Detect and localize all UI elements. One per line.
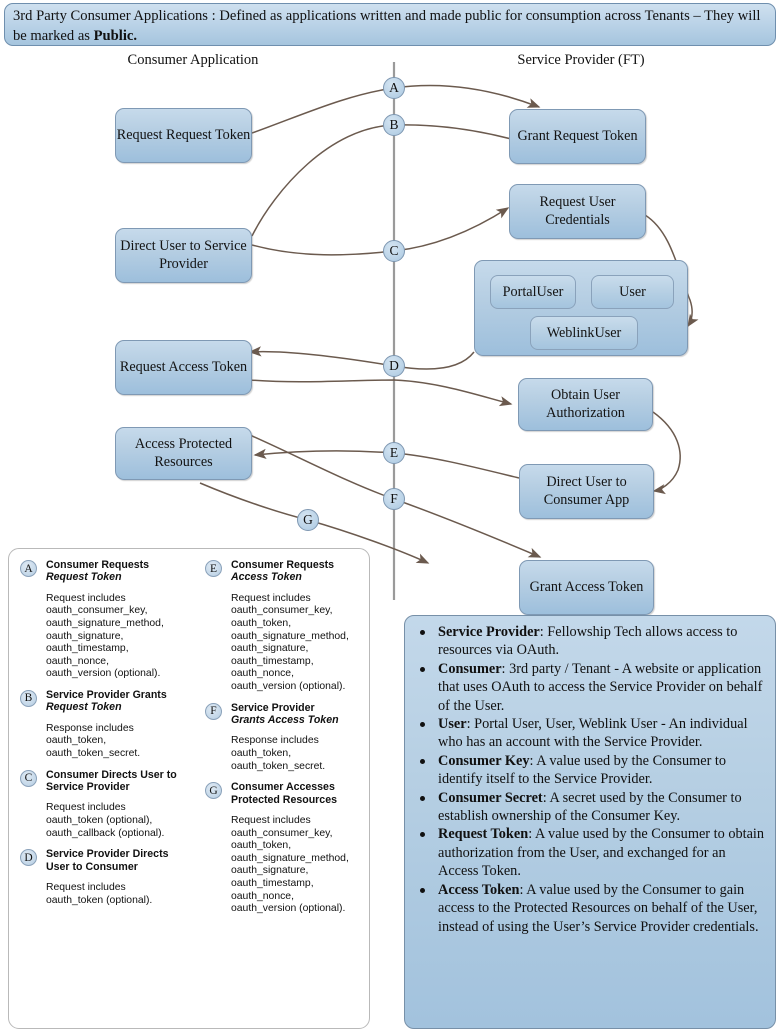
legend-entry-header: B Service Provider Grants Request Token — [20, 689, 186, 714]
legend-entry-header: F Service Provider Grants Access Token — [205, 701, 369, 727]
header-banner: 3rd Party Consumer Applications : Define… — [4, 3, 776, 46]
box-grant-access-token[interactable]: Grant Access Token — [519, 560, 654, 615]
arrow-c — [251, 207, 510, 256]
legend-entry-body: Request includes oauth_consumer_key, oau… — [231, 814, 349, 915]
legend-entry-body: Request includes oauth_token (optional). — [46, 881, 153, 906]
box-request-access-token[interactable]: Request Access Token — [115, 340, 252, 395]
bullet-icon — [420, 795, 425, 801]
legend-entry-header: G Consumer Accesses Protected Resources — [205, 781, 369, 806]
legend-entry-title: Consumer Directs User to Service Provider — [46, 768, 177, 793]
legend-badge-a: A — [20, 560, 37, 577]
bullet-icon — [420, 722, 425, 728]
arrow-authorization-to-direct-user — [652, 411, 681, 495]
definitions-panel: Service Provider: Fellowship Tech allows… — [404, 615, 776, 1029]
legend-entry-c: C Consumer Directs User to Service Provide… — [20, 769, 186, 841]
arrow-d-request-access-token-to-authorization — [249, 379, 513, 407]
arrow-d-users-to-request-access-token — [248, 346, 475, 370]
step-marker-b: B — [383, 114, 405, 136]
box-obtain-user-authorization[interactable]: Obtain User Authorization — [518, 378, 653, 431]
legend-column-left: A Consumer Requests Request Token Request i… — [20, 559, 186, 915]
legend-entry-body: Request includes oauth_consumer_key, oau… — [231, 592, 349, 692]
column-caption-consumer-application: Consumer Application — [127, 52, 259, 68]
legend-badge-g: G — [205, 782, 222, 800]
legend-entry-title: Service Provider Directs User to Consumer — [46, 848, 169, 873]
legend-panel: A Consumer Requests Request Token Request i… — [8, 548, 370, 1029]
step-marker-c: C — [383, 240, 405, 262]
bullet-icon — [420, 630, 425, 635]
definition-item: Consumer Key: A value used by the Consum… — [411, 752, 765, 789]
box-user[interactable]: User — [591, 275, 674, 309]
legend-entry-header: A Consumer Requests Request Token — [20, 559, 186, 584]
legend-entry-title: Consumer Accesses Protected Resources — [231, 781, 337, 806]
bullet-icon — [420, 758, 425, 764]
legend-entry-title: Service Provider Grants Request Token — [46, 688, 167, 714]
legend-entry-body: Request includes oauth_consumer_key, oau… — [46, 592, 164, 680]
legend-entry-body: Request includes oauth_token (optional),… — [46, 802, 165, 839]
legend-entry-g: G Consumer Accesses Protected Resources Req… — [205, 781, 369, 916]
definition-term: Consumer — [438, 660, 502, 677]
step-marker-d: D — [383, 355, 405, 377]
definition-term: Request Token — [438, 826, 529, 843]
legend-column-right: E Consumer Requests Access Token Request in… — [205, 559, 369, 924]
legend-entry-a: A Consumer Requests Request Token Request i… — [20, 559, 186, 681]
column-caption-service-provider: Service Provider (FT) — [517, 52, 645, 68]
legend-entry-title: Service Provider Grants Access Token — [231, 701, 339, 726]
definition-term: Consumer Key — [438, 752, 530, 769]
definition-term: Access Token — [438, 881, 520, 898]
box-request-request-token[interactable]: Request Request Token — [115, 108, 252, 163]
legend-entry-body: Response includes oauth_token, oauth_tok… — [231, 735, 326, 772]
definition-item: Access Token: A value used by the Consum… — [411, 881, 765, 936]
definition-item: Consumer: 3rd party / Tenant - A website… — [411, 660, 765, 715]
definition-term: User — [438, 716, 467, 733]
arrow-b — [251, 124, 516, 237]
definition-term: Consumer Secret — [438, 789, 543, 806]
definition-item: Service Provider: Fellowship Tech allows… — [411, 623, 765, 660]
panel-user-types: PortalUser User WeblinkUser — [474, 260, 688, 356]
bullet-icon — [420, 666, 425, 672]
legend-badge-c: C — [20, 769, 37, 787]
box-access-protected-resources[interactable]: Access Protected Resources — [115, 427, 252, 480]
legend-entry-title: Consumer Requests Access Token — [231, 559, 335, 584]
legend-entry-f: F Service Provider Grants Access Token Resp… — [205, 701, 369, 774]
legend-entry-d: D Service Provider Directs User to Consume… — [20, 848, 186, 907]
legend-entry-header: E Consumer Requests Access Token — [205, 559, 369, 584]
box-portal-user[interactable]: PortalUser — [490, 275, 576, 309]
box-grant-request-token[interactable]: Grant Request Token — [509, 109, 646, 164]
legend-badge-b: B — [20, 689, 37, 707]
step-marker-g: G — [297, 509, 319, 531]
banner-lead-text: 3rd Party Consumer Applications — [13, 8, 208, 24]
definition-item: Request Token: A value used by the Consu… — [411, 825, 765, 880]
legend-entry-header: C Consumer Directs User to Service Provide… — [20, 769, 186, 794]
box-direct-user-to-service-provider[interactable]: Direct User to Service Provider — [115, 228, 252, 283]
legend-badge-f: F — [205, 702, 222, 720]
definition-item: Consumer Secret: A secret used by the Co… — [411, 789, 765, 826]
banner-emphasis-text: Public. — [93, 27, 138, 44]
legend-entry-title: Consumer Requests Request Token — [46, 559, 150, 584]
box-weblink-user[interactable]: WeblinkUser — [530, 316, 638, 350]
bullet-icon — [420, 832, 425, 838]
legend-entry-b: B Service Provider Grants Request Token Res… — [20, 689, 186, 761]
box-direct-user-to-consumer-app[interactable]: Direct User to Consumer App — [519, 464, 654, 519]
definition-term: Service Provider — [438, 624, 540, 640]
step-marker-e: E — [383, 442, 405, 464]
step-marker-f: F — [383, 488, 405, 510]
legend-entry-body: Response includes oauth_token, oauth_tok… — [46, 722, 141, 759]
step-marker-a: A — [383, 77, 405, 99]
definition-text: : Portal User, User, Weblink User - An i… — [438, 716, 748, 751]
legend-entry-header: D Service Provider Directs User to Consume… — [20, 848, 186, 873]
definition-item: User: Portal User, User, Weblink User - … — [411, 715, 765, 752]
legend-badge-e: E — [205, 560, 222, 577]
legend-badge-d: D — [20, 849, 37, 867]
bullet-icon — [420, 887, 425, 893]
definitions-list: Service Provider: Fellowship Tech allows… — [411, 623, 765, 936]
box-request-user-credentials[interactable]: Request User Credentials — [509, 184, 646, 239]
legend-entry-e: E Consumer Requests Access Token Request in… — [205, 559, 369, 694]
